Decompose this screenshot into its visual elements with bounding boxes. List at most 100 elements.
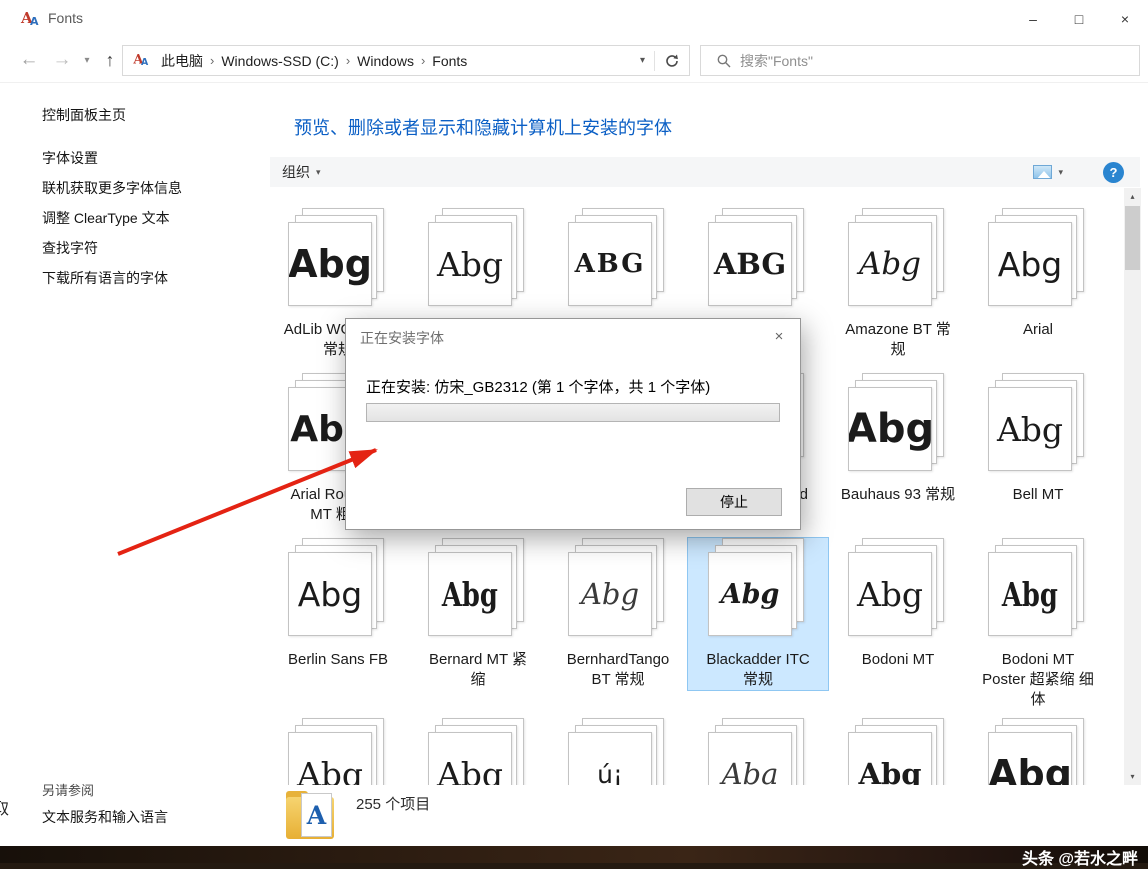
installing-font-dialog: 正在安装字体 × 正在安装: 仿宋_GB2312 (第 1 个字体，共 1 个字…	[345, 318, 801, 530]
sidebar-item-adjust-cleartype[interactable]: 调整 ClearType 文本	[42, 203, 182, 233]
sidebar-task-list: 字体设置 联机获取更多字体信息 调整 ClearType 文本 查找字符 下载所…	[42, 143, 182, 293]
font-tile[interactable]: Abg	[968, 718, 1108, 785]
font-file-icon: Abg	[988, 718, 1088, 785]
font-preview-glyphs: Abg	[857, 575, 923, 614]
address-bar[interactable]: AA 此电脑 › Windows-SSD (C:) › Windows › Fo…	[122, 45, 690, 76]
font-preview-glyphs: Aba	[722, 757, 779, 785]
page-description: 预览、删除或者显示和隐藏计算机上安装的字体	[294, 114, 672, 140]
breadcrumb-windows[interactable]: Windows	[352, 53, 419, 69]
history-dropdown-icon[interactable]: ▾	[78, 38, 96, 82]
refresh-icon[interactable]	[655, 54, 689, 68]
sidebar-item-find-character[interactable]: 查找字符	[42, 233, 182, 263]
font-preview-glyphs: ABG	[714, 247, 786, 281]
command-toolbar: 组织 ▾ ▾ ?	[270, 157, 1140, 187]
font-preview-glyphs: Abg	[859, 246, 921, 282]
font-preview-glyphs: Abg	[437, 755, 503, 786]
font-preview-glyphs: Abg	[997, 410, 1063, 449]
font-file-icon: Abg	[848, 718, 948, 785]
maximize-button[interactable]: □	[1056, 0, 1102, 38]
font-file-icon: Abg	[428, 718, 528, 785]
help-button[interactable]: ?	[1103, 162, 1124, 183]
font-file-icon: Abg	[288, 208, 388, 306]
minimize-button[interactable]: –	[1010, 0, 1056, 38]
scroll-down-icon[interactable]: ▾	[1124, 768, 1141, 785]
search-input[interactable]	[740, 53, 1139, 69]
fonts-folder-icon: A	[286, 789, 338, 843]
font-tile[interactable]: Abg Bernard MT 紧缩	[408, 538, 548, 690]
vertical-scrollbar[interactable]: ▴ ▾	[1124, 188, 1141, 785]
font-tile[interactable]: AbgBernhardTangoBT 常规	[548, 538, 688, 690]
font-name-label: Bernard MT 紧缩	[408, 650, 548, 690]
dialog-close-icon[interactable]: ×	[768, 325, 790, 347]
change-view-button[interactable]: ▾	[1033, 165, 1063, 179]
font-tile[interactable]: AbgAmazone BT 常规	[828, 208, 968, 360]
address-dropdown-icon[interactable]: ▾	[631, 55, 654, 66]
titlebar: AA Fonts – □ ×	[0, 0, 1148, 38]
stop-button[interactable]: 停止	[686, 488, 782, 516]
font-preview-glyphs: Abg	[1002, 575, 1058, 614]
font-preview-glyphs: Abg	[298, 575, 362, 614]
scroll-up-icon[interactable]: ▴	[1124, 188, 1141, 205]
font-tile[interactable]: Abg	[408, 208, 548, 320]
window-title: Fonts	[48, 10, 83, 26]
forward-icon[interactable]: →	[48, 38, 76, 82]
font-preview-glyphs: Abg	[288, 242, 372, 286]
view-thumbnail-icon	[1033, 165, 1052, 179]
breadcrumb-this-pc[interactable]: 此电脑	[156, 51, 208, 71]
dialog-title: 正在安装字体	[360, 328, 444, 348]
close-button[interactable]: ×	[1102, 0, 1148, 38]
font-file-icon: Abg	[988, 538, 1088, 636]
font-tile[interactable]: Abg Bauhaus 93 常规	[828, 373, 968, 505]
sidebar-item-font-settings[interactable]: 字体设置	[42, 143, 182, 173]
font-tile[interactable]: ABG	[548, 208, 688, 320]
sidebar-item-download-all-languages[interactable]: 下载所有语言的字体	[42, 263, 182, 293]
search-icon	[717, 54, 731, 68]
sidebar-item-control-panel-home[interactable]: 控制面板主页	[42, 105, 126, 125]
font-tile[interactable]: Abg	[828, 718, 968, 785]
font-tile[interactable]: Abg	[408, 718, 548, 785]
font-tile[interactable]: Abg	[268, 718, 408, 785]
font-file-icon: Abg	[288, 718, 388, 785]
back-icon[interactable]: ←	[14, 38, 44, 82]
font-tile[interactable]: AbgBodoni MTPoster 超紧缩 细体	[968, 538, 1108, 710]
fonts-folder-mini-icon: AA	[133, 53, 148, 68]
watermark-text: 头条 @若水之畔	[1022, 845, 1138, 869]
font-name-label: Bauhaus 93 常规	[828, 485, 968, 505]
font-preview-glyphs: Abg	[998, 245, 1062, 284]
breadcrumb-separator: ›	[208, 53, 216, 68]
breadcrumb-fonts[interactable]: Fonts	[427, 53, 472, 69]
see-also-heading: 另请参阅	[42, 780, 94, 799]
font-name-label: Arial	[968, 320, 1108, 340]
search-box[interactable]	[700, 45, 1140, 76]
view-caret-icon: ▾	[1058, 167, 1063, 178]
font-tile[interactable]: Aba	[688, 718, 828, 785]
sidebar-item-text-services[interactable]: 文本服务和输入语言	[42, 807, 168, 827]
organize-caret-icon[interactable]: ▾	[316, 167, 321, 178]
font-preview-glyphs: Abg	[581, 577, 639, 611]
font-tile[interactable]: Abg Arial	[968, 208, 1108, 340]
scrollbar-thumb[interactable]	[1125, 206, 1140, 270]
font-file-icon: ú¡	[568, 718, 668, 785]
font-tile[interactable]: ú¡	[548, 718, 688, 785]
font-tile[interactable]: AbgBodoni MT	[828, 538, 968, 670]
font-file-icon: Abg	[848, 208, 948, 306]
up-icon[interactable]: ↑	[96, 38, 124, 82]
install-progress-message: 正在安装: 仿宋_GB2312 (第 1 个字体，共 1 个字体)	[366, 376, 710, 397]
font-preview-glyphs: Abg	[442, 575, 498, 614]
font-file-icon: Abg	[988, 208, 1088, 306]
organize-button[interactable]: 组织	[282, 162, 310, 182]
breadcrumb-separator: ›	[344, 53, 352, 68]
sidebar-item-get-font-info-online[interactable]: 联机获取更多字体信息	[42, 173, 182, 203]
control-panel-sidebar: 控制面板主页 字体设置 联机获取更多字体信息 调整 ClearType 文本 查…	[0, 83, 256, 846]
font-tile[interactable]: AbgBerlin Sans FB	[268, 538, 408, 670]
font-tile[interactable]: AbgBlackadder ITC常规	[688, 538, 828, 690]
font-tile[interactable]: Abg Bell MT	[968, 373, 1108, 505]
font-name-label: Bell MT	[968, 485, 1108, 505]
fonts-explorer-window: AA Fonts – □ × ← → ▾ ↑ AA 此电脑 › Windows-…	[0, 0, 1148, 846]
font-preview-glyphs: Abg	[988, 752, 1072, 785]
font-preview-glyphs: Abg	[848, 406, 932, 452]
breadcrumb-drive-c[interactable]: Windows-SSD (C:)	[216, 53, 343, 69]
font-preview-glyphs: Abg	[858, 757, 921, 785]
font-tile[interactable]: ABG	[688, 208, 828, 320]
font-file-icon: Abg	[568, 538, 668, 636]
